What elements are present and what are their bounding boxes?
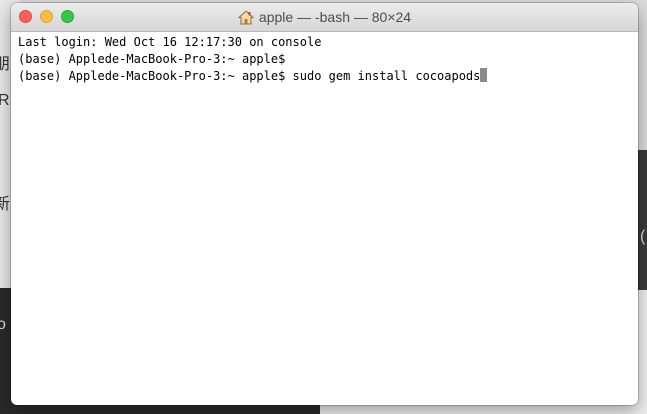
window-title: apple — -bash — 80×24 (258, 9, 412, 25)
text-cursor (480, 68, 488, 82)
terminal-command-line[interactable]: (base) Applede-MacBook-Pro-3:~ apple$ su… (18, 68, 631, 85)
background-text-fragment: R (0, 92, 10, 109)
terminal-output[interactable]: Last login: Wed Oct 16 12:17:30 on conso… (11, 32, 638, 85)
window-title-group: apple — -bash — 80×24 (11, 9, 638, 25)
terminal-window[interactable]: apple — -bash — 80×24 Last login: Wed Oc… (11, 3, 638, 405)
title-bar[interactable]: apple — -bash — 80×24 (11, 3, 638, 32)
background-text-fragment: 朋 (0, 56, 11, 73)
background-text-fragment: ( (640, 228, 646, 245)
terminal-line: Last login: Wed Oct 16 12:17:30 on conso… (18, 35, 322, 49)
terminal-line: (base) Applede-MacBook-Pro-3:~ apple$ (18, 52, 286, 66)
home-icon (237, 9, 254, 24)
background-text-fragment: 新 (0, 196, 11, 213)
terminal-line-text: (base) Applede-MacBook-Pro-3:~ apple$ su… (18, 69, 481, 83)
